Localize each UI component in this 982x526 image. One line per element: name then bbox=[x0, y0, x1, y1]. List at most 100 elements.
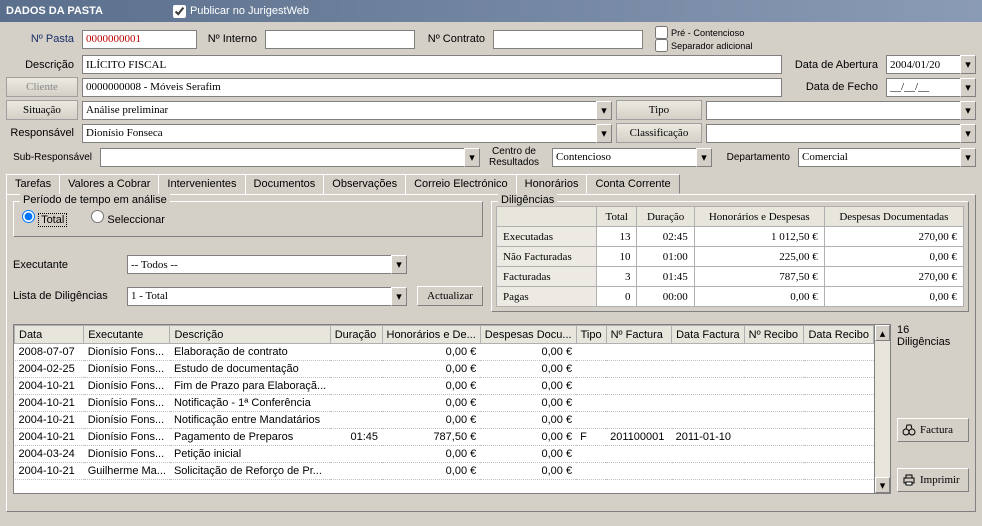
contrato-input[interactable] bbox=[493, 30, 643, 49]
centro-combo[interactable]: ▾ bbox=[552, 148, 712, 167]
pre-contencioso-check[interactable]: Pré - Contencioso bbox=[655, 26, 752, 39]
classificacao-input[interactable] bbox=[706, 124, 960, 143]
tab-strip: Tarefas Valores a Cobrar Intervenientes … bbox=[6, 174, 976, 194]
chevron-down-icon[interactable]: ▾ bbox=[960, 101, 976, 120]
scroll-up-icon[interactable]: ▴ bbox=[875, 325, 890, 341]
fecho-combo[interactable]: ▾ bbox=[886, 78, 976, 97]
publish-checkbox-wrap[interactable]: Publicar no JurigestWeb bbox=[173, 5, 309, 18]
subresp-label: Sub-Responsável bbox=[6, 152, 96, 163]
executante-combo[interactable]: ▾ bbox=[127, 255, 407, 274]
lista-label: Lista de Diligências bbox=[13, 290, 123, 302]
departamento-label: Departamento bbox=[716, 152, 794, 163]
chevron-down-icon[interactable]: ▾ bbox=[960, 148, 976, 167]
actualizar-button[interactable]: Actualizar bbox=[417, 286, 483, 306]
publish-label: Publicar no JurigestWeb bbox=[190, 5, 309, 17]
window-title: DADOS DA PASTA bbox=[6, 5, 103, 17]
chevron-down-icon[interactable]: ▾ bbox=[391, 255, 407, 274]
situacao-input[interactable] bbox=[82, 101, 596, 120]
table-row[interactable]: 2004-10-21Dionísio Fons...Pagamento de P… bbox=[15, 429, 874, 446]
lista-input[interactable] bbox=[127, 287, 391, 306]
chevron-down-icon[interactable]: ▾ bbox=[464, 148, 480, 167]
responsavel-combo[interactable]: ▾ bbox=[82, 124, 612, 143]
diligencias-group: Diligências Total Duração Honorários e D… bbox=[491, 201, 969, 312]
factura-button[interactable]: Factura bbox=[897, 418, 969, 442]
table-row[interactable]: 2004-10-21Guilherme Ma...Solicitação de … bbox=[15, 463, 874, 480]
table-row[interactable]: 2004-10-21Dionísio Fons...Notificação en… bbox=[15, 412, 874, 429]
chevron-down-icon[interactable]: ▾ bbox=[391, 287, 407, 306]
table-row[interactable]: 2004-10-21Dionísio Fons...Notificação - … bbox=[15, 395, 874, 412]
abertura-input[interactable] bbox=[886, 55, 960, 74]
separador-check[interactable]: Separador adicional bbox=[655, 39, 752, 52]
diligencias-title: Diligências bbox=[498, 194, 557, 206]
tab-documentos[interactable]: Documentos bbox=[245, 174, 325, 194]
printer-icon bbox=[902, 474, 916, 486]
responsavel-input[interactable] bbox=[82, 124, 596, 143]
chevron-down-icon[interactable]: ▾ bbox=[696, 148, 712, 167]
fecho-label: Data de Fecho bbox=[786, 81, 882, 93]
tipo-input[interactable] bbox=[706, 101, 960, 120]
executante-label: Executante bbox=[13, 259, 123, 271]
periodo-group: Período de tempo em análise Total Selecc… bbox=[13, 201, 483, 237]
descricao-input[interactable] bbox=[82, 55, 782, 74]
diligencias-grid[interactable]: Data Executante Descrição Duração Honorá… bbox=[13, 324, 875, 494]
lista-combo[interactable]: ▾ bbox=[127, 287, 407, 306]
cliente-input[interactable] bbox=[82, 78, 782, 97]
radio-total[interactable]: Total bbox=[22, 210, 67, 226]
subresp-combo[interactable]: ▾ bbox=[100, 148, 480, 167]
cliente-button[interactable]: Cliente bbox=[6, 77, 78, 97]
tab-panel-conta: Período de tempo em análise Total Selecc… bbox=[6, 194, 976, 512]
executante-input[interactable] bbox=[127, 255, 391, 274]
imprimir-button[interactable]: Imprimir bbox=[897, 468, 969, 492]
tab-tarefas[interactable]: Tarefas bbox=[6, 174, 60, 194]
tab-honorarios[interactable]: Honorários bbox=[516, 174, 588, 194]
classificacao-combo[interactable]: ▾ bbox=[706, 124, 976, 143]
descricao-label: Descrição bbox=[6, 59, 78, 71]
title-bar: DADOS DA PASTA Publicar no JurigestWeb bbox=[0, 0, 982, 22]
table-row[interactable]: 2008-07-07Dionísio Fons...Elaboração de … bbox=[15, 344, 874, 361]
dil-row-label: Executadas bbox=[497, 227, 597, 247]
radio-seleccionar[interactable]: Seleccionar bbox=[91, 210, 165, 226]
tab-observacoes[interactable]: Observações bbox=[323, 174, 406, 194]
contrato-label: Nº Contrato bbox=[419, 33, 489, 45]
classificacao-button[interactable]: Classificação bbox=[616, 123, 702, 143]
pasta-input[interactable] bbox=[82, 30, 197, 49]
interno-label: Nº Interno bbox=[201, 33, 261, 45]
scroll-down-icon[interactable]: ▾ bbox=[875, 477, 890, 493]
interno-input[interactable] bbox=[265, 30, 415, 49]
centro-label: Centro de Resultados bbox=[484, 146, 548, 168]
count-label: Diligências bbox=[897, 336, 969, 348]
tipo-button[interactable]: Tipo bbox=[616, 100, 702, 120]
count-number: 16 bbox=[897, 324, 969, 336]
tipo-combo[interactable]: ▾ bbox=[706, 101, 976, 120]
situacao-combo[interactable]: ▾ bbox=[82, 101, 612, 120]
tab-conta-corrente[interactable]: Conta Corrente bbox=[586, 174, 679, 194]
tab-correio[interactable]: Correio Electrónico bbox=[405, 174, 517, 194]
dil-row-label: Facturadas bbox=[497, 267, 597, 287]
situacao-button[interactable]: Situação bbox=[6, 100, 78, 120]
table-row[interactable]: 2004-02-25Dionísio Fons...Estudo de docu… bbox=[15, 361, 874, 378]
chevron-down-icon[interactable]: ▾ bbox=[596, 101, 612, 120]
responsavel-label: Responsável bbox=[6, 127, 78, 139]
centro-input[interactable] bbox=[552, 148, 696, 167]
chevron-down-icon[interactable]: ▾ bbox=[596, 124, 612, 143]
chevron-down-icon[interactable]: ▾ bbox=[960, 55, 976, 74]
chevron-down-icon[interactable]: ▾ bbox=[960, 78, 976, 97]
tab-valores[interactable]: Valores a Cobrar bbox=[59, 174, 159, 194]
grid-scrollbar[interactable]: ▴ ▾ bbox=[875, 324, 891, 494]
dil-row-label: Pagas bbox=[497, 287, 597, 307]
binoculars-icon bbox=[902, 424, 916, 436]
table-row[interactable]: 2004-10-21Dionísio Fons...Fim de Prazo p… bbox=[15, 378, 874, 395]
pasta-label: Nº Pasta bbox=[6, 33, 78, 45]
departamento-combo[interactable]: ▾ bbox=[798, 148, 976, 167]
subresp-input[interactable] bbox=[100, 148, 464, 167]
chevron-down-icon[interactable]: ▾ bbox=[960, 124, 976, 143]
periodo-title: Período de tempo em análise bbox=[20, 194, 170, 206]
table-row[interactable]: 2004-03-24Dionísio Fons...Petição inicia… bbox=[15, 446, 874, 463]
tab-intervenientes[interactable]: Intervenientes bbox=[158, 174, 245, 194]
publish-checkbox[interactable] bbox=[173, 5, 186, 18]
departamento-input[interactable] bbox=[798, 148, 960, 167]
dil-row-label: Não Facturadas bbox=[497, 247, 597, 267]
diligencias-table: Total Duração Honorários e Despesas Desp… bbox=[496, 206, 964, 307]
abertura-combo[interactable]: ▾ bbox=[886, 55, 976, 74]
fecho-input[interactable] bbox=[886, 78, 960, 97]
